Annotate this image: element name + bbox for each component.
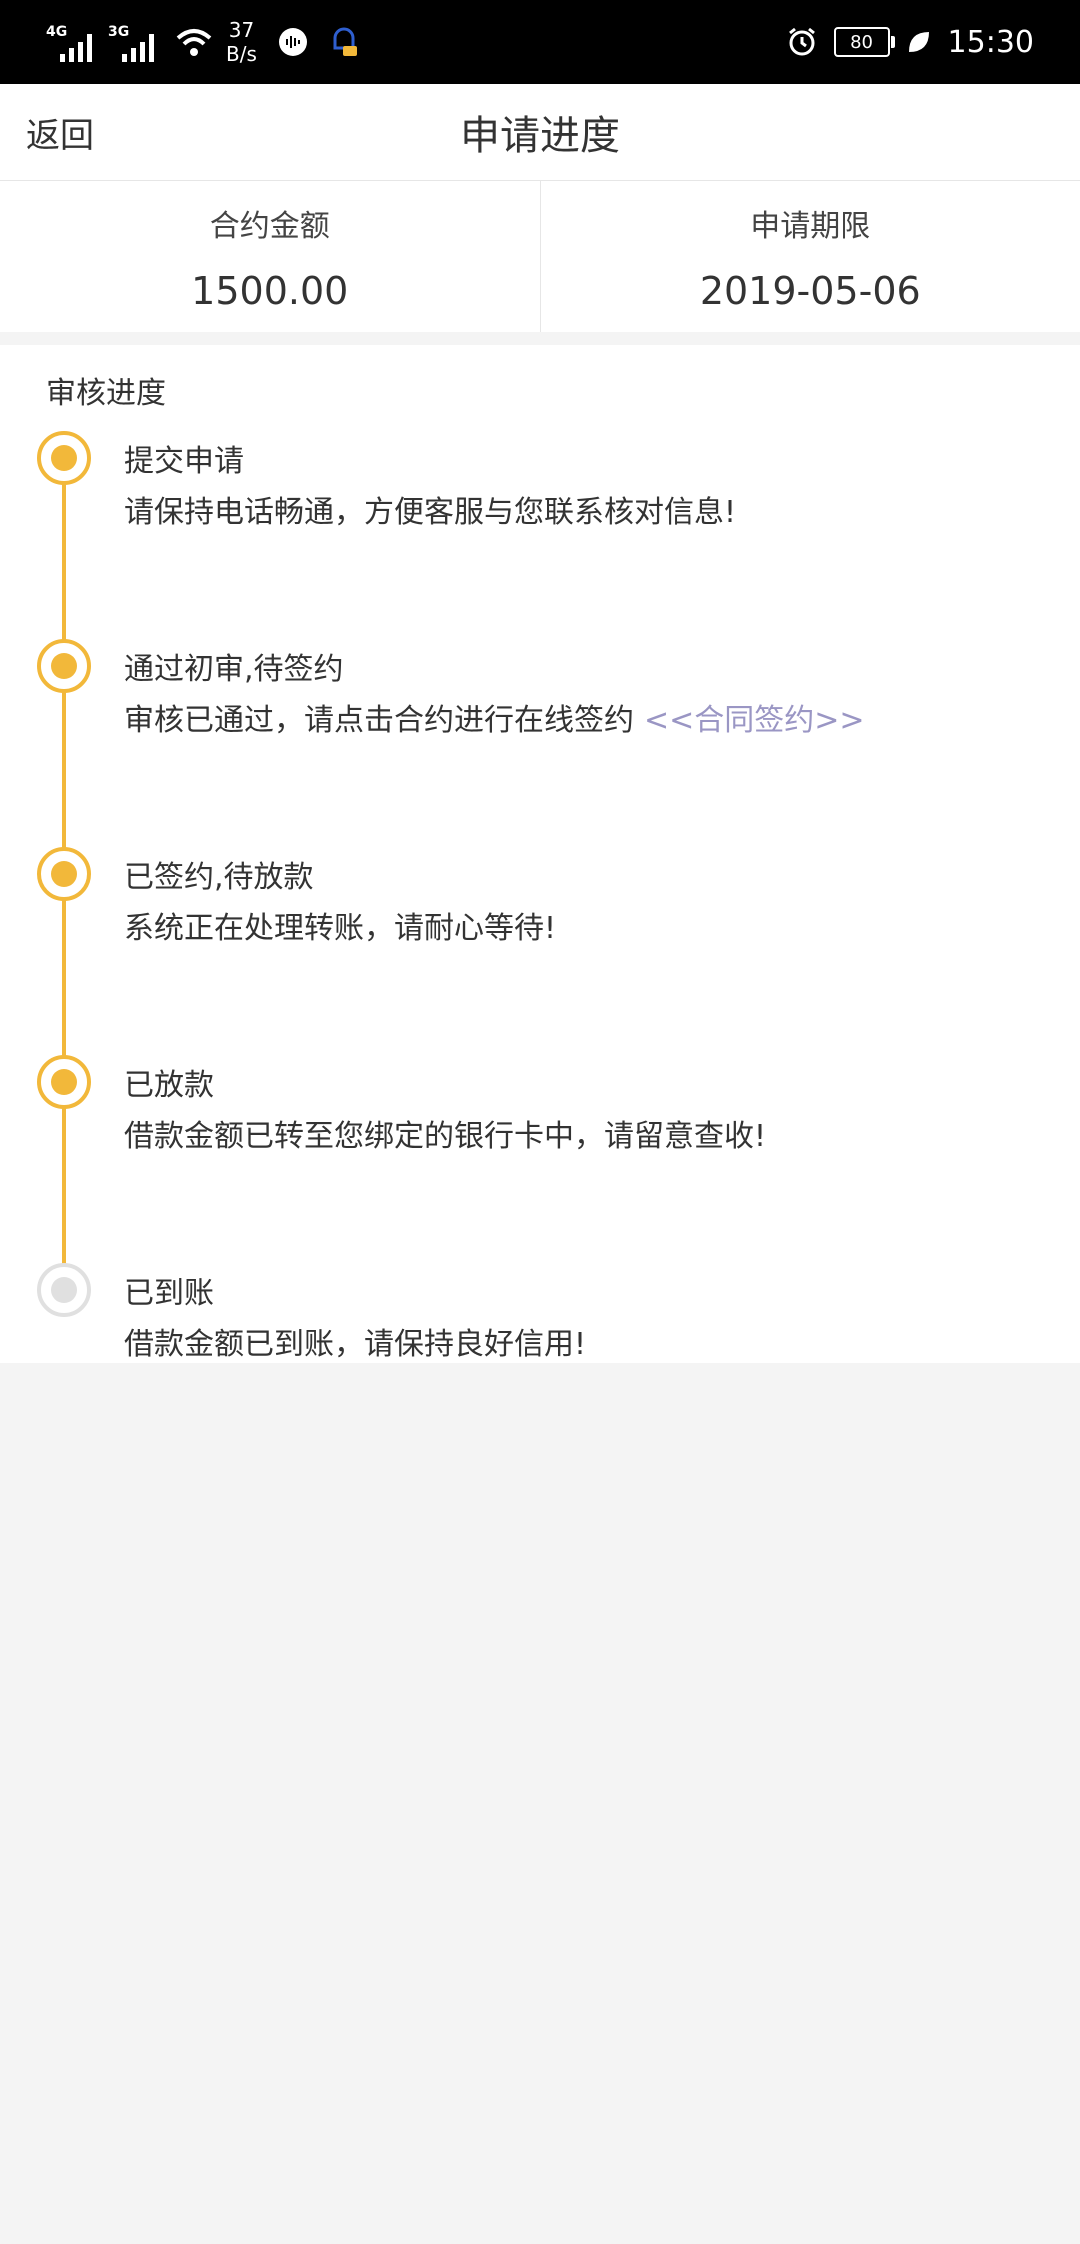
audio-icon: [278, 28, 307, 56]
page-title: 申请进度: [460, 113, 620, 159]
step-title: 已放款: [124, 1068, 214, 1103]
contract-amount-value: 1500.00: [191, 269, 349, 313]
step-description: 请保持电话畅通，方便客服与您联系核对信息!: [124, 495, 737, 530]
battery-level: 80: [850, 31, 873, 53]
step-description: 系统正在处理转账，请耐心等待!: [124, 911, 557, 946]
application-term-label: 申请期限: [750, 209, 871, 244]
status-bar: 4G 3G 37 B/s 80 15:30: [0, 0, 1080, 84]
timeline-step: 通过初审,待签约 审核已通过，请点击合约进行在线签约 <<合同签约>>: [0, 639, 1080, 769]
step-description: 借款金额已转至您绑定的银行卡中，请留意查收!: [124, 1119, 767, 1154]
status-left: 4G 3G 37 B/s: [46, 0, 359, 84]
step-done-icon: [37, 639, 91, 693]
contract-amount-label: 合约金额: [209, 209, 330, 244]
wifi-icon: [176, 29, 212, 56]
contract-amount-cell: 合约金额 1500.00: [0, 181, 540, 332]
timeline-step: 已放款 借款金额已转至您绑定的银行卡中，请留意查收!: [0, 1055, 1080, 1185]
speed-value: 37: [228, 18, 255, 42]
step-title: 提交申请: [124, 444, 244, 479]
clock: 15:30: [947, 24, 1034, 60]
network-speed: 37 B/s: [226, 18, 257, 66]
contract-sign-link[interactable]: <<合同签约>>: [644, 703, 865, 738]
timeline-step: 提交申请 请保持电话畅通，方便客服与您联系核对信息!: [0, 431, 1080, 561]
step-title: 已到账: [124, 1276, 214, 1311]
back-button[interactable]: 返回: [26, 84, 94, 180]
notification-bell-icon: [333, 27, 357, 56]
timeline-step: 已签约,待放款 系统正在处理转账，请耐心等待!: [0, 847, 1080, 977]
step-done-icon: [37, 1055, 91, 1109]
leaf-icon: [908, 32, 929, 52]
nav-header: 申请进度 返回: [0, 84, 1080, 181]
status-right: 80 15:30: [786, 0, 1034, 84]
alarm-icon: [788, 27, 815, 56]
step-title: 已签约,待放款: [124, 860, 314, 895]
application-term-value: 2019-05-06: [699, 269, 921, 313]
review-progress-section: 审核进度 提交申请 请保持电话畅通，方便客服与您联系核对信息! 通过初审,待签约…: [0, 345, 1080, 1363]
step-description: 借款金额已到账，请保持良好信用!: [124, 1327, 587, 1362]
signal-icon: 3G: [108, 22, 160, 62]
battery-icon: 80: [833, 27, 895, 57]
step-title: 通过初审,待签约: [124, 652, 344, 687]
step-description: 审核已通过，请点击合约进行在线签约: [124, 703, 634, 738]
timeline-step: 已到账 借款金额已到账，请保持良好信用!: [0, 1263, 1080, 1393]
application-summary: 合约金额 1500.00 申请期限 2019-05-06: [0, 181, 1080, 332]
step-done-icon: [37, 847, 91, 901]
signal-icon: 4G: [46, 22, 98, 62]
step-description-row: 审核已通过，请点击合约进行在线签约 <<合同签约>>: [124, 695, 865, 739]
section-title: 审核进度: [46, 376, 166, 411]
application-term-cell: 申请期限 2019-05-06: [539, 181, 1080, 332]
speed-unit: B/s: [226, 42, 257, 66]
step-pending-icon: [37, 1263, 91, 1317]
step-done-icon: [37, 431, 91, 485]
